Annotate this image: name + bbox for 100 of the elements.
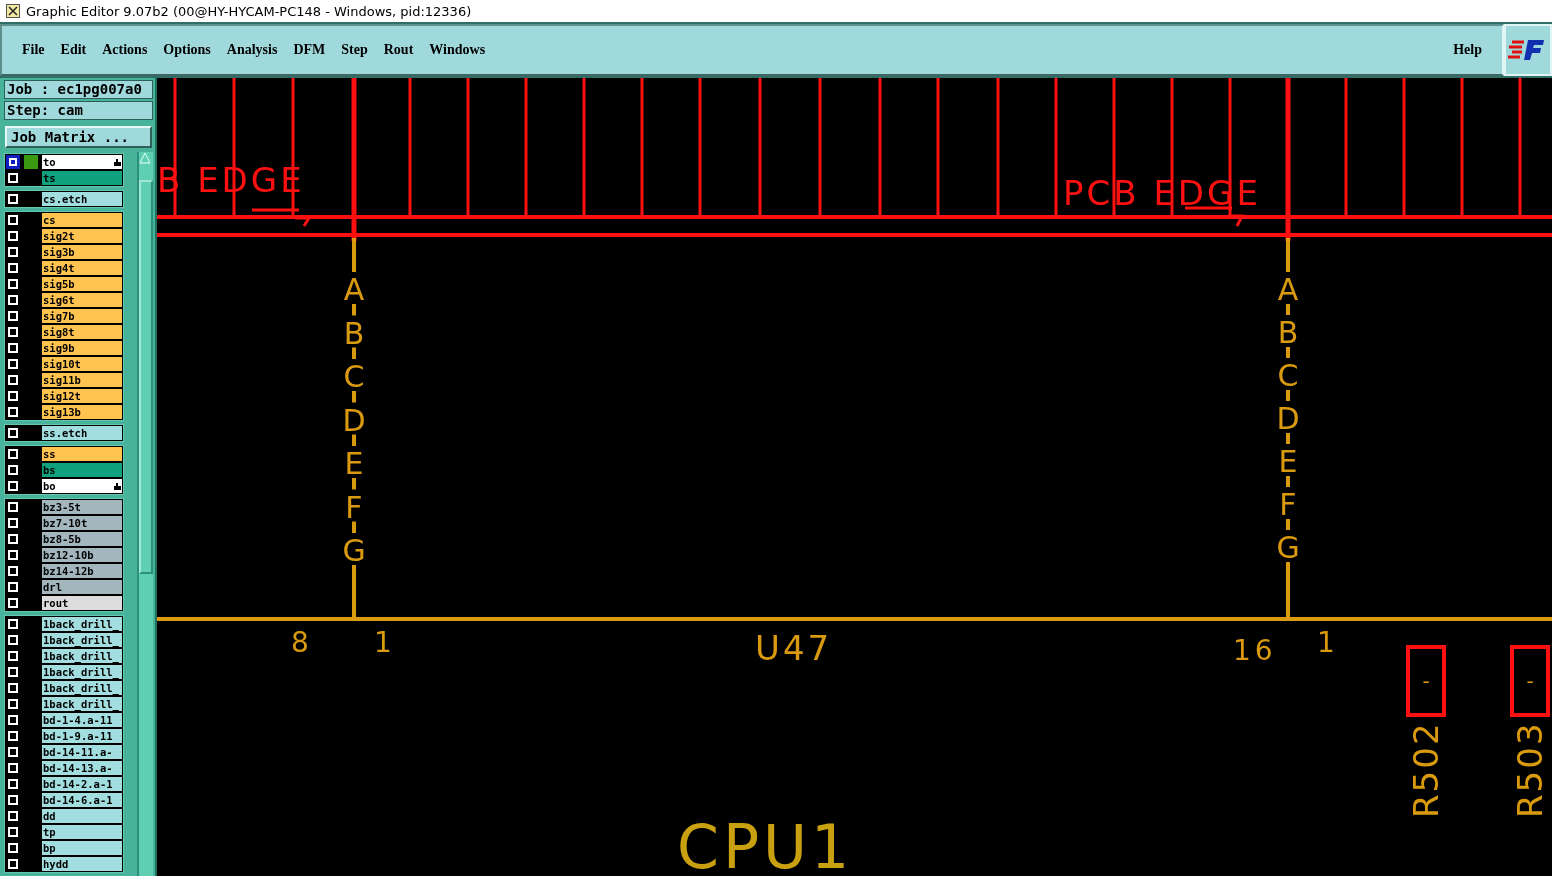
component-label: U47 [755, 628, 833, 668]
pin-letter: A [343, 272, 365, 307]
layer-name[interactable]: bd-1-9.a-11 [42, 729, 122, 743]
layer-name[interactable]: bd-14-13.a- [42, 761, 122, 775]
layer-name[interactable]: 1back_drill_ [42, 649, 122, 663]
layer-name[interactable]: bd-14-11.a- [42, 745, 122, 759]
menu-item[interactable]: DFM [285, 42, 334, 58]
layer-name[interactable]: tp [42, 825, 122, 839]
layer-name[interactable]: ts [42, 171, 122, 185]
step-label: Step: cam [4, 101, 153, 120]
outline-line [352, 521, 356, 533]
layer-name[interactable]: sig13b [42, 405, 122, 419]
menu-item[interactable]: Actions [94, 42, 156, 58]
pin-letter: E [344, 446, 364, 481]
layer-name[interactable]: bs [42, 463, 122, 477]
pin-letter: C [343, 359, 365, 394]
outline-line [352, 347, 356, 359]
pin-letter: B [1277, 315, 1299, 350]
outline-line [1286, 519, 1290, 530]
pad-mark: - [1526, 669, 1534, 693]
layer-name[interactable]: bz14-12b [42, 564, 122, 578]
pin-letter: C [1277, 358, 1299, 393]
outline-line [352, 304, 356, 316]
menu-item[interactable]: Step [333, 42, 376, 58]
layer-name[interactable]: bp [42, 841, 122, 855]
layer-name[interactable]: rout [42, 596, 122, 610]
pin-number: 16 [1233, 634, 1277, 667]
outline-line [352, 238, 356, 272]
resistor-label: R502 [1406, 721, 1446, 818]
outline-line [1286, 347, 1290, 358]
menu-item[interactable]: Rout [375, 42, 422, 58]
pin-letter: D [1276, 401, 1300, 436]
pin-letter: D [342, 402, 366, 438]
pin-letter: B [343, 315, 365, 351]
layer-name[interactable]: bd-14-2.a-1 [42, 777, 122, 791]
outline-line [1286, 433, 1290, 444]
layer-name[interactable]: bd-14-6.a-1 [42, 793, 122, 807]
layer-name[interactable]: 1back_drill_ [42, 633, 122, 647]
layer-name[interactable]: ss.etch [42, 426, 122, 440]
job-matrix-button[interactable]: Job Matrix ... [5, 126, 152, 148]
layer-name[interactable]: sig11b [42, 373, 122, 387]
layer-name[interactable]: sig7b [42, 309, 122, 323]
logo-icon [1506, 38, 1546, 62]
layer-name[interactable]: bd-1-4.a-11 [42, 713, 122, 727]
menu-item[interactable]: Options [155, 42, 219, 58]
pin-number: 1 [1317, 626, 1339, 659]
layer-name[interactable]: cs.etch [42, 192, 122, 206]
layer-name[interactable]: 1back_drill_ [42, 697, 122, 711]
layer-checkbox[interactable] [6, 155, 20, 169]
outline-line [1286, 476, 1290, 487]
outline-line [1286, 304, 1290, 315]
menu-item[interactable]: Windows [421, 42, 494, 58]
layer-name[interactable]: bz12-10b [42, 548, 122, 562]
layer-name[interactable]: sig8t [42, 325, 122, 339]
layer-name[interactable]: bz8-5b [42, 532, 122, 546]
resistor-pad [1406, 645, 1446, 717]
resistor-label: R503 [1510, 721, 1550, 818]
pin-letter: E [1278, 444, 1298, 479]
pin-letter: G [1276, 530, 1300, 565]
layer-name[interactable]: to [42, 155, 122, 169]
pin-number: 8 [291, 626, 313, 659]
layer-name[interactable]: drl [42, 580, 122, 594]
menu-item[interactable]: Help [1445, 42, 1490, 58]
resistor-pad [1510, 645, 1550, 717]
menu-item[interactable]: Edit [52, 42, 95, 58]
pin-letter: G [342, 533, 366, 568]
layer-name[interactable]: sig10t [42, 357, 122, 371]
menu-item[interactable]: Analysis [218, 42, 286, 58]
layer-name[interactable]: cs [42, 213, 122, 227]
layer-name[interactable]: sig6t [42, 293, 122, 307]
layer-name[interactable]: bz3-5t [42, 500, 122, 514]
scroll-thumb[interactable] [139, 180, 153, 574]
scrollbar[interactable] [137, 152, 153, 876]
pin-letter: A [1277, 272, 1299, 307]
layer-name[interactable]: 1back_drill_ [42, 617, 122, 631]
layer-name[interactable]: sig5b [42, 277, 122, 291]
pin-number: 1 [374, 626, 396, 659]
layer-name[interactable]: 1back_drill_ [42, 681, 122, 695]
pad-mark: - [1422, 669, 1430, 693]
layer-name[interactable]: bo [42, 479, 122, 493]
outline-line [352, 478, 356, 490]
outline-line [352, 434, 356, 446]
job-label: Job : ec1pg007a0 [4, 80, 153, 99]
layer-name[interactable]: 1back_drill_ [42, 665, 122, 679]
outline-line [352, 391, 356, 403]
menu-item[interactable]: File [14, 42, 53, 58]
layer-name[interactable]: ss [42, 447, 122, 461]
layer-name[interactable]: dd [42, 809, 122, 823]
layer-name[interactable]: hydd [42, 857, 122, 871]
outline-line [1286, 390, 1290, 401]
layer-name[interactable]: sig9b [42, 341, 122, 355]
pin-letter: F [1279, 487, 1297, 522]
layer-name[interactable]: bz7-10t [42, 516, 122, 530]
layer-name[interactable]: sig2t [42, 229, 122, 243]
pin-letter: F [345, 489, 363, 525]
layer-name[interactable]: sig4t [42, 261, 122, 275]
window-title: Graphic Editor 9.07b2 (00@HY-HYCAM-PC148 - Windows, pid:12336) [26, 3, 472, 19]
arrow-icon [250, 208, 312, 228]
layer-name[interactable]: sig12t [42, 389, 122, 403]
layer-name[interactable]: sig3b [42, 245, 122, 259]
